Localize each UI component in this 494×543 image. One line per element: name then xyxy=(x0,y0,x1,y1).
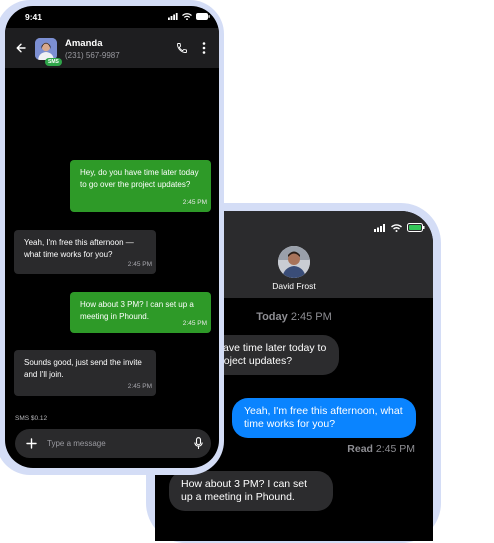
status-bar xyxy=(374,223,425,232)
message-time: 2:45 PM xyxy=(127,260,152,268)
message-bubble-sent[interactable]: Yeah, I'm free this afternoon, what time… xyxy=(232,398,416,438)
sms-badge: SMS xyxy=(45,58,62,66)
more-vert-icon[interactable] xyxy=(202,42,206,54)
avatar[interactable] xyxy=(278,246,310,278)
front-phone-screen: 9:41 SMS Amanda (231) 567-9987 Hey, do y… xyxy=(5,6,219,468)
status-time: 9:41 xyxy=(25,12,43,22)
microphone-icon[interactable] xyxy=(194,437,203,450)
signal-icon xyxy=(168,13,178,20)
message-bubble-sent[interactable]: How about 3 PM? I can set up a meeting i… xyxy=(70,292,211,333)
message-time: 2:45 PM xyxy=(127,382,152,390)
battery-icon xyxy=(407,223,425,232)
sms-cost: SMS $0.12 xyxy=(15,415,48,422)
wifi-icon xyxy=(391,223,402,232)
compose-bar xyxy=(15,429,211,458)
contact-number: (231) 567-9987 xyxy=(65,51,120,60)
date-time: 2:45 PM xyxy=(290,311,332,323)
message-bubble-received[interactable]: How about 3 PM? I can set up a meeting i… xyxy=(169,471,333,511)
battery-icon xyxy=(196,13,210,20)
message-time: 2:45 PM xyxy=(182,319,207,327)
message-time: 2:45 PM xyxy=(182,198,207,206)
back-arrow-icon[interactable] xyxy=(16,43,26,53)
status-bar: 9:41 xyxy=(5,6,219,28)
message-bubble-received[interactable]: Sounds good, just send the invite and I'… xyxy=(14,350,156,396)
message-text: Yeah, I'm free this afternoon, what time… xyxy=(244,405,403,430)
date-label: Today xyxy=(256,311,288,323)
message-input[interactable] xyxy=(47,436,187,451)
wifi-icon xyxy=(182,13,192,20)
message-text: Hey, do you have time later today to go … xyxy=(80,168,199,189)
add-icon[interactable] xyxy=(26,438,37,449)
message-text: How about 3 PM? I can set up a meeting i… xyxy=(181,478,308,503)
signal-icon xyxy=(374,223,386,232)
conversation-header: SMS Amanda (231) 567-9987 xyxy=(5,28,219,68)
read-label: Read xyxy=(347,443,373,455)
contact-name: Amanda xyxy=(65,38,103,49)
message-text: Sounds good, just send the invite and I'… xyxy=(24,358,142,379)
message-text: Yeah, I'm free this afternoon — what tim… xyxy=(24,238,134,259)
message-bubble-received[interactable]: Yeah, I'm free this afternoon — what tim… xyxy=(14,230,156,274)
message-bubble-sent[interactable]: Hey, do you have time later today to go … xyxy=(70,160,211,212)
phone-call-icon[interactable] xyxy=(176,42,188,54)
message-text: How about 3 PM? I can set up a meeting i… xyxy=(80,300,194,321)
read-receipt: Read 2:45 PM xyxy=(347,443,415,455)
read-time: 2:45 PM xyxy=(375,443,415,455)
avatar[interactable] xyxy=(35,38,57,60)
